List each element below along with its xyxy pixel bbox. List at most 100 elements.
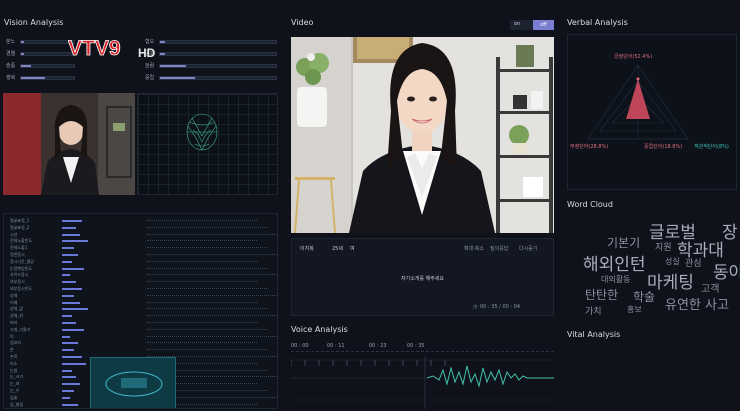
- feature-label: 눈_크기: [10, 374, 24, 380]
- word-cloud-word: 학술: [633, 290, 656, 304]
- channel-logo: VTV9 HD: [68, 36, 166, 61]
- feature-bar: [62, 308, 88, 311]
- feature-bar: [62, 315, 72, 318]
- voice-timeline: 00 : 00 00 : 11 00 : 23 00 : 35: [291, 340, 554, 410]
- feature-bar: [62, 342, 78, 345]
- video-toggle[interactable]: on off: [510, 20, 554, 30]
- feature-label: 눈썹: [10, 367, 18, 373]
- feature-label: 눈깜빡임빈도: [10, 265, 33, 271]
- emotion-label: 중립: [145, 75, 155, 81]
- qa-button[interactable]: 질의응답: [490, 245, 508, 252]
- feature-label: 사이드응시: [10, 272, 29, 278]
- word-cloud-word: 고객: [701, 284, 720, 295]
- emotion-label: 경멸: [6, 51, 16, 57]
- feature-label: 상체_앞: [10, 306, 24, 312]
- feature-label: 머리: [10, 320, 18, 325]
- log-line: [147, 281, 257, 283]
- emotion-bar: [159, 63, 277, 68]
- emotion-row: 행복: [6, 74, 75, 81]
- zoom-button[interactable]: 확대·축소: [464, 245, 484, 252]
- emotion-label: 슬픔: [6, 63, 16, 69]
- feature-label: 턱: [10, 333, 14, 339]
- feature-bar: [62, 274, 70, 277]
- voice-analysis-title: Voice Analysis: [291, 325, 348, 334]
- feature-bar: [62, 288, 82, 290]
- feature-bar: [62, 369, 72, 372]
- log-line: [147, 322, 257, 323]
- feature-label: 입꼬리: [10, 340, 22, 346]
- feature-bar: [62, 301, 80, 304]
- face-mesh-view: [137, 93, 278, 195]
- emotion-label: 행복: [6, 75, 16, 81]
- vital-analysis-title: Vital Analysis: [567, 330, 621, 339]
- feature-label: 시선: [10, 231, 18, 237]
- feature-bar: [62, 396, 70, 399]
- feature-label: 응시시간_평균: [10, 258, 35, 264]
- feature-label: 손: [10, 347, 14, 353]
- feature-bar: [62, 335, 70, 338]
- log-line: [147, 335, 277, 337]
- emotion-bar: [20, 39, 75, 44]
- feature-label: 정면응시: [10, 252, 25, 257]
- emotion-bar: [159, 51, 277, 56]
- feature-bar: [62, 247, 74, 250]
- feature-label: 눈_좌: [10, 381, 20, 387]
- log-line: [147, 226, 267, 228]
- log-line: [147, 288, 267, 289]
- feature-bar: [62, 240, 88, 243]
- log-line: [147, 294, 277, 296]
- candidate-age: 25세: [332, 246, 343, 252]
- news-badge-overlay: [90, 357, 176, 408]
- feature-label: 어깨: [10, 299, 18, 305]
- tick-label: 00 : 00: [291, 343, 309, 349]
- interview-video[interactable]: [291, 37, 554, 233]
- log-line: [147, 315, 277, 317]
- log-line: [147, 328, 267, 330]
- emotion-row: 분노: [6, 38, 75, 45]
- log-line: [147, 233, 277, 235]
- vision-analysis-title: Vision Analysis: [4, 18, 64, 27]
- toggle-on[interactable]: on: [514, 21, 520, 27]
- emotion-bar: [159, 39, 277, 44]
- feature-label: 얼굴표정_2: [10, 224, 30, 230]
- emotion-row: 슬픔: [6, 62, 75, 69]
- log-line: [147, 260, 257, 262]
- log-line: [147, 342, 257, 344]
- emotion-bar: [20, 75, 75, 80]
- feature-label: 상체: [10, 292, 18, 298]
- word-cloud-word: 성실: [665, 257, 680, 266]
- feature-label: 외부응시빈도: [10, 286, 33, 291]
- word-cloud-word: 홍보: [627, 305, 642, 314]
- log-line: [147, 247, 267, 249]
- vision-feature-list[interactable]: 얼굴표정_1 얼굴표정_2 시선 전체노출빈도 전체노출1 정면응시 응시시간_평균 눈깜빡임…: [3, 213, 278, 409]
- word-cloud: 글로벌 장 기본기 지원 학과대 해외인턴 성실 관심 동아 대외활동 마케팅 고객 탄탄한 학술 유연한 사…: [567, 212, 740, 327]
- feature-bar: [62, 254, 78, 256]
- feature-label: 입술: [10, 394, 18, 400]
- feature-bar: [62, 376, 76, 379]
- word-cloud-word: 기본기: [607, 236, 641, 250]
- log-line: [147, 220, 257, 221]
- video-title: Video: [291, 18, 314, 27]
- feature-label: 입_벌림: [10, 401, 24, 407]
- feature-bar: [62, 226, 76, 229]
- log-line: [147, 301, 257, 303]
- feature-bar: [62, 233, 80, 236]
- word-cloud-title: Word Cloud: [567, 200, 613, 209]
- candidate-gender: 여: [350, 246, 355, 252]
- clock-icon: ◷: [473, 304, 478, 310]
- emotion-label: 놀람: [145, 63, 155, 69]
- question-text: 자기소개를 해주세요: [401, 276, 444, 282]
- feature-label: 상체_뒤: [10, 313, 24, 319]
- log-line: [147, 267, 267, 269]
- feature-bar: [62, 356, 82, 358]
- word-cloud-word: 가치: [585, 307, 602, 317]
- feature-bar: [62, 267, 84, 270]
- log-line: [147, 254, 277, 255]
- word-cloud-word: 장: [722, 223, 738, 243]
- feature-bar: [62, 362, 86, 365]
- toggle-off[interactable]: off: [533, 20, 554, 30]
- feature-label: 외부응시: [10, 279, 25, 285]
- replay-button[interactable]: 다시듣기: [519, 245, 537, 252]
- log-line: [147, 308, 267, 310]
- tick-label: 00 : 11: [327, 343, 345, 349]
